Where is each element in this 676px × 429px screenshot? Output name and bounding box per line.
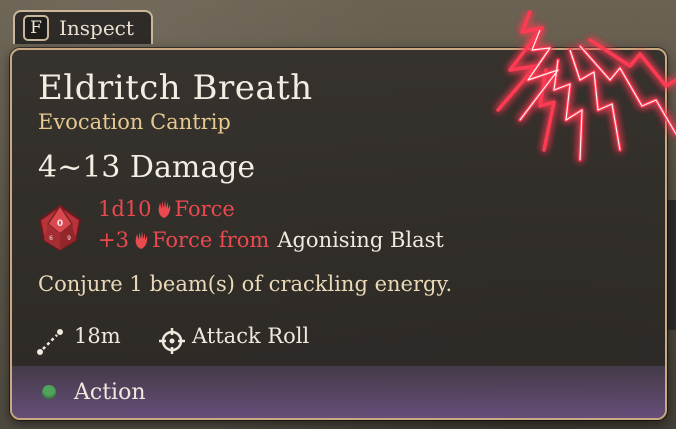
damage-source: Agonising Blast	[277, 228, 444, 252]
damage-line-bonus: +3 Force from Agonising Blast	[98, 228, 444, 252]
spell-name: Eldritch Breath	[38, 68, 313, 108]
damage-range: 4~13 Damage	[38, 150, 256, 185]
spell-range: 18m	[74, 324, 121, 348]
range-icon	[37, 329, 63, 355]
spell-school: Evocation Cantrip	[38, 110, 231, 134]
force-hand-icon	[158, 200, 170, 218]
roll-type: Attack Roll	[192, 324, 310, 348]
force-hand-icon	[135, 231, 148, 249]
damage-type-from: Force from	[151, 228, 270, 252]
svg-text:6: 6	[49, 235, 53, 242]
target-icon	[159, 328, 185, 354]
damage-line-base: 1d10 Force	[98, 197, 235, 221]
inspect-label: Inspect	[59, 16, 134, 40]
action-resource-icon	[42, 385, 56, 399]
damage-type: Force	[174, 197, 235, 221]
keybind-badge: F	[23, 15, 49, 41]
spell-description: Conjure 1 beam(s) of crackling energy.	[38, 272, 453, 296]
eldritch-blast-art	[496, 10, 676, 162]
inspect-tab[interactable]: F Inspect	[13, 10, 153, 44]
action-cost-bar: Action	[12, 366, 665, 418]
damage-bonus: +3	[98, 228, 129, 252]
svg-text:0: 0	[57, 219, 63, 229]
svg-text:9: 9	[67, 235, 71, 242]
damage-dice: 1d10	[98, 197, 152, 221]
action-cost-label: Action	[74, 379, 146, 405]
d10-dice-icon: 0 6 9	[38, 204, 82, 252]
